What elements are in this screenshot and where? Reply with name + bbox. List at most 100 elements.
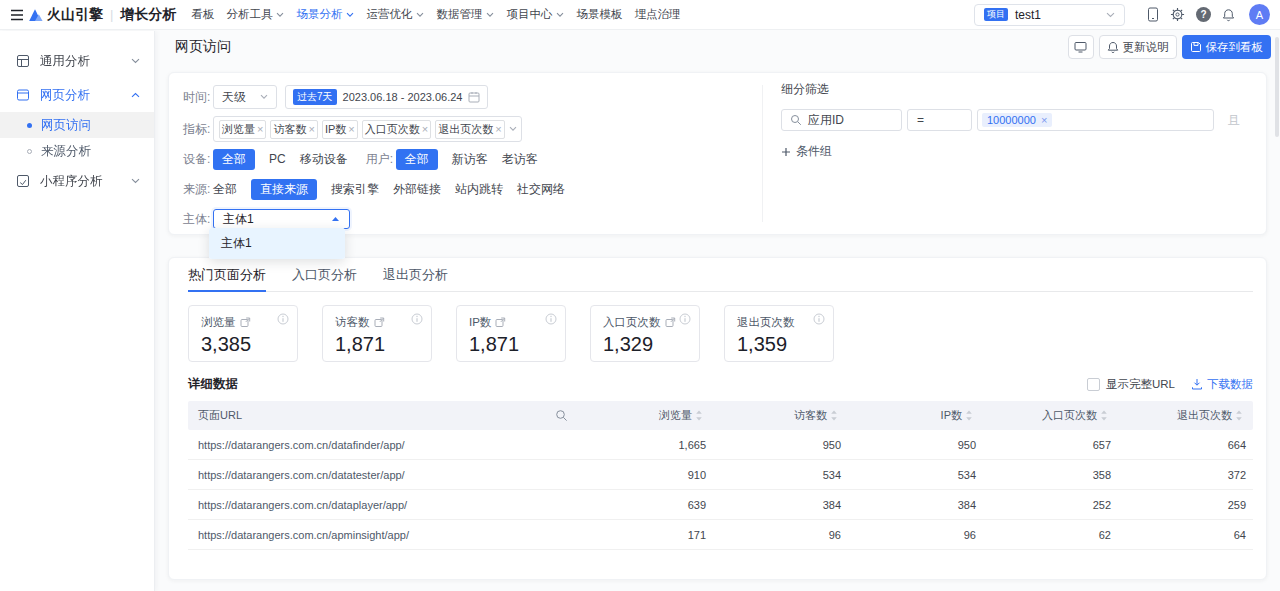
- header-buttons: 更新说明 保存到看板: [1068, 35, 1272, 59]
- remove-tag-icon[interactable]: ×: [348, 121, 354, 138]
- menu-item-analysis-tools[interactable]: 分析工具: [226, 7, 284, 22]
- sort-icon: [1100, 410, 1108, 421]
- info-icon[interactable]: [411, 313, 423, 325]
- tab-hot-pages[interactable]: 热门页面分析: [188, 258, 266, 291]
- date-range-picker[interactable]: 过去7天 2023.06.18 - 2023.06.24: [285, 85, 488, 109]
- metric-value: 1,359: [737, 333, 825, 356]
- source-option-search[interactable]: 搜索引擎: [331, 179, 379, 200]
- metric-tag: IP数×: [322, 120, 358, 139]
- metric-card-ip: IP数 1,871: [456, 305, 566, 362]
- segment-value-input[interactable]: 10000000 ×: [977, 109, 1214, 131]
- chevron-down-icon: [556, 12, 564, 18]
- subject-dropdown-option[interactable]: 主体1: [209, 228, 345, 259]
- column-header-entry[interactable]: 入口页次数: [983, 408, 1118, 423]
- segment-field-select[interactable]: 应用ID: [781, 109, 902, 131]
- menu-item-dashboard[interactable]: 看板: [191, 7, 214, 22]
- table-row[interactable]: https://datarangers.com.cn/dataplayer/ap…: [188, 490, 1253, 520]
- table-row[interactable]: https://datarangers.com.cn/apminsight/ap…: [188, 520, 1253, 550]
- device-option-pc[interactable]: PC: [269, 150, 286, 168]
- mobile-icon[interactable]: [1147, 7, 1159, 22]
- gear-icon[interactable]: [1170, 7, 1185, 22]
- menu-item-tracking-governance[interactable]: 埋点治理: [634, 7, 680, 22]
- menu-item-operation[interactable]: 运营优化: [366, 7, 424, 22]
- project-name: test1: [1015, 8, 1099, 22]
- tab-entry-pages[interactable]: 入口页分析: [292, 258, 357, 291]
- segment-operator-select[interactable]: =: [907, 109, 972, 131]
- remove-tag-icon[interactable]: ×: [1041, 114, 1047, 126]
- column-header-exit[interactable]: 退出页次数: [1118, 408, 1253, 423]
- metric-card-pageviews: 浏览量 3,385: [188, 305, 298, 362]
- info-icon[interactable]: [277, 313, 289, 325]
- source-option-internal[interactable]: 站内跳转: [455, 179, 503, 200]
- subject-label: 主体:: [183, 211, 213, 228]
- external-link-icon: [495, 317, 506, 328]
- info-icon[interactable]: [813, 313, 825, 325]
- sidebar-item-source-analysis[interactable]: 来源分析: [0, 138, 154, 164]
- sidebar-item-web-analysis[interactable]: 网页分析: [0, 78, 154, 112]
- metric-multiselect[interactable]: 浏览量× 访客数× IP数× 入口页次数× 退出页次数×: [213, 116, 522, 142]
- info-icon[interactable]: [679, 313, 691, 325]
- top-nav: 火山引擎 | 增长分析 看板 分析工具 场景分析 运营优化 数据管理 项目中心 …: [0, 0, 1280, 30]
- sidebar-item-general-analysis[interactable]: 通用分析: [0, 44, 154, 78]
- remove-tag-icon[interactable]: ×: [308, 121, 314, 138]
- add-condition-group-button[interactable]: 条件组: [781, 143, 1240, 160]
- chevron-up-icon: [131, 92, 140, 98]
- project-select[interactable]: 项目 test1: [974, 4, 1125, 26]
- chevron-down-icon: [416, 12, 424, 18]
- column-header-visitors[interactable]: 访客数: [713, 408, 848, 423]
- device-option-mobile[interactable]: 移动设备: [300, 149, 348, 170]
- sidebar-item-miniprogram-analysis[interactable]: 小程序分析: [0, 164, 154, 198]
- bell-icon[interactable]: [1222, 8, 1235, 22]
- user-option-returning[interactable]: 老访客: [502, 149, 538, 170]
- sort-icon: [965, 410, 973, 421]
- source-option-external[interactable]: 外部链接: [393, 179, 441, 200]
- metric-label: 指标:: [183, 121, 213, 138]
- subject-select[interactable]: 主体1: [213, 209, 350, 229]
- range-text: 2023.06.18 - 2023.06.24: [343, 91, 463, 103]
- source-option-direct[interactable]: 直接来源: [251, 179, 317, 200]
- sort-icon: [830, 410, 838, 421]
- hamburger-menu-icon[interactable]: [10, 9, 24, 21]
- info-icon[interactable]: [545, 313, 557, 325]
- top-menu: 看板 分析工具 场景分析 运营优化 数据管理 项目中心 场景模板 埋点治理: [191, 7, 680, 22]
- chevron-down-icon: [276, 12, 284, 18]
- remove-tag-icon[interactable]: ×: [422, 121, 428, 138]
- granularity-select[interactable]: 天级: [213, 85, 277, 109]
- column-header-pageviews[interactable]: 浏览量: [578, 408, 713, 423]
- menu-item-scene-analysis[interactable]: 场景分析: [296, 7, 354, 22]
- save-to-dashboard-button[interactable]: 保存到看板: [1182, 35, 1272, 59]
- source-option-all[interactable]: 全部: [213, 179, 237, 200]
- miniprogram-icon: [16, 174, 30, 188]
- page-title: 网页访问: [175, 38, 231, 56]
- user-option-new[interactable]: 新访客: [452, 149, 488, 170]
- remove-tag-icon[interactable]: ×: [495, 121, 501, 138]
- menu-item-data-management[interactable]: 数据管理: [436, 7, 494, 22]
- sidebar-item-web-visit[interactable]: 网页访问: [0, 112, 154, 138]
- column-header-ip[interactable]: IP数: [848, 408, 983, 423]
- filter-panel: 时间: 天级 过去7天 2023.06.18 - 2023.06.24 指标: …: [168, 72, 1267, 235]
- sidebar: 通用分析 网页分析 网页访问 来源分析 小程序分析: [0, 31, 155, 591]
- table-row[interactable]: https://datarangers.com.cn/datatester/ap…: [188, 460, 1253, 490]
- search-icon[interactable]: [555, 409, 568, 422]
- menu-item-project-center[interactable]: 项目中心: [506, 7, 564, 22]
- show-full-url-label: 显示完整URL: [1106, 377, 1175, 392]
- source-option-social[interactable]: 社交网络: [517, 179, 565, 200]
- metric-card-exit-pages: 退出页次数 1,359: [724, 305, 834, 362]
- table-row[interactable]: https://datarangers.com.cn/datafinder/ap…: [188, 430, 1253, 460]
- avatar[interactable]: A: [1249, 4, 1270, 25]
- scrollbar-thumb[interactable]: [1275, 37, 1279, 137]
- tab-exit-pages[interactable]: 退出页分析: [383, 258, 448, 291]
- menu-item-scene-template[interactable]: 场景模板: [576, 7, 622, 22]
- update-notes-button[interactable]: 更新说明: [1099, 35, 1177, 59]
- download-data-link[interactable]: 下载数据: [1191, 377, 1253, 392]
- remove-tag-icon[interactable]: ×: [257, 121, 263, 138]
- display-button[interactable]: [1068, 35, 1094, 59]
- filter-left: 时间: 天级 过去7天 2023.06.18 - 2023.06.24 指标: …: [169, 73, 762, 234]
- detail-title: 详细数据: [188, 376, 238, 393]
- user-option-all[interactable]: 全部: [396, 149, 438, 170]
- help-icon[interactable]: ?: [1196, 7, 1211, 22]
- user-label: 用户:: [366, 151, 396, 168]
- subject-filter-row: 主体: 主体1: [183, 208, 762, 230]
- show-full-url-checkbox[interactable]: [1087, 378, 1100, 391]
- device-option-all[interactable]: 全部: [213, 149, 255, 170]
